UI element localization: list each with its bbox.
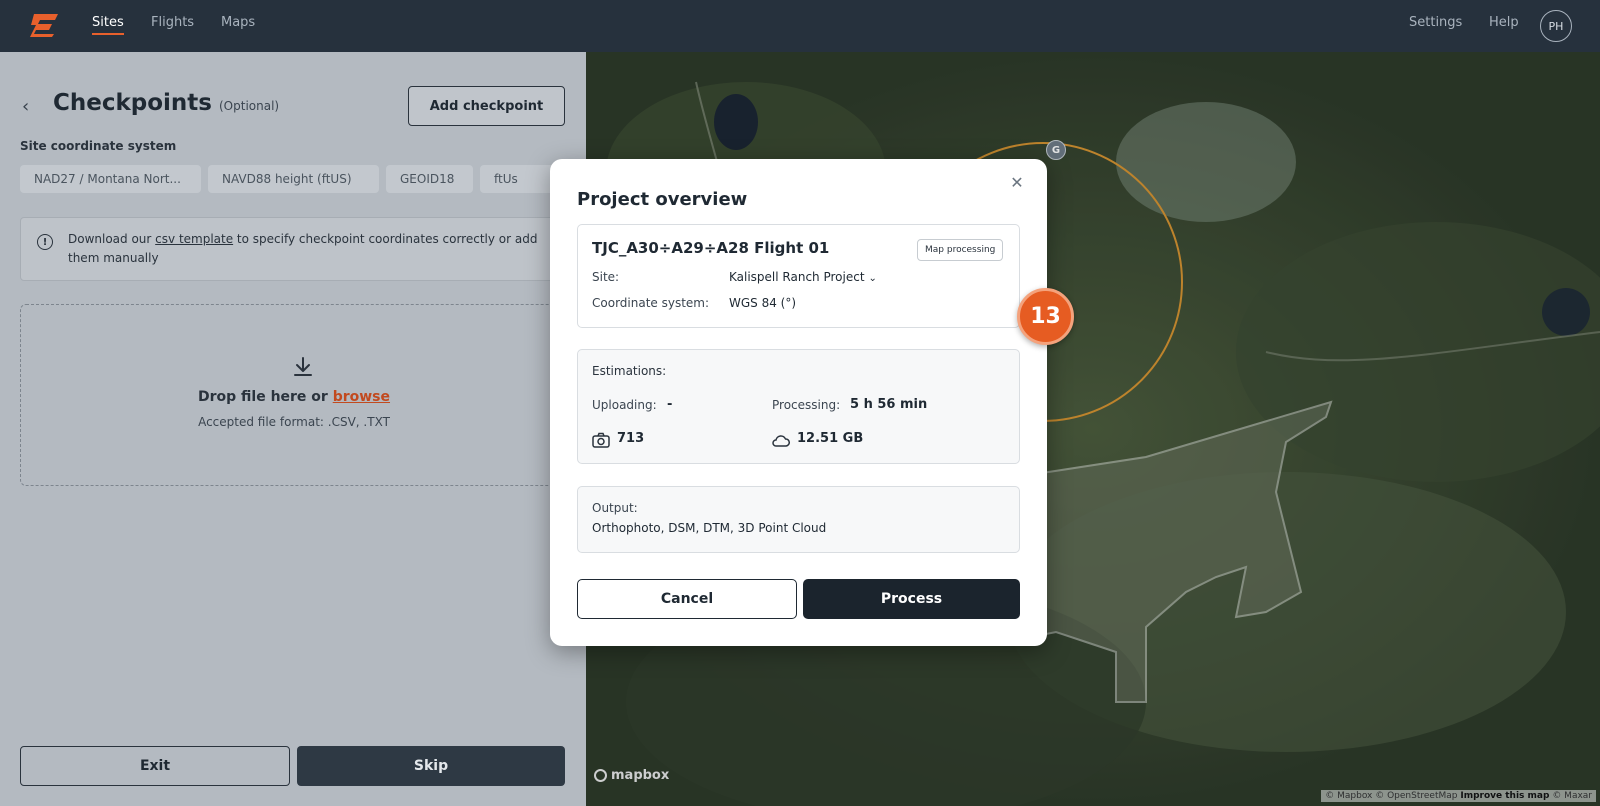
- estimations-title: Estimations:: [592, 364, 667, 378]
- nav-tab-sites[interactable]: Sites: [92, 15, 124, 30]
- download-icon: [294, 357, 312, 376]
- site-label: Site:: [592, 270, 620, 284]
- app-logo-icon[interactable]: [28, 12, 62, 38]
- info-text: Download our csv template to specify che…: [68, 230, 568, 268]
- optional-label: (Optional): [219, 99, 280, 113]
- flight-info-card: TJC_A30÷A29÷A28 Flight 01 Map processing…: [577, 224, 1020, 328]
- coordinate-chip-geoid: GEOID18: [386, 165, 473, 193]
- coordinate-system-label: Coordinate system:: [592, 296, 710, 310]
- skip-button[interactable]: Skip: [297, 746, 565, 786]
- map-processing-badge: Map processing: [917, 239, 1004, 261]
- uploading-label: Uploading:: [592, 398, 657, 412]
- nav-help-link[interactable]: Help: [1489, 15, 1519, 30]
- active-tab-indicator: [92, 33, 124, 35]
- site-value: Kalispell Ranch Project: [729, 270, 865, 284]
- page-title: Checkpoints: [53, 90, 212, 116]
- checkpoints-panel: ‹ Checkpoints (Optional) Add checkpoint …: [0, 52, 586, 806]
- csv-template-link[interactable]: csv template: [155, 232, 233, 246]
- drop-text: Drop file here or browse: [21, 389, 567, 405]
- add-checkpoint-button[interactable]: Add checkpoint: [408, 86, 565, 126]
- cancel-button[interactable]: Cancel: [577, 579, 797, 619]
- output-value: Orthophoto, DSM, DTM, 3D Point Cloud: [592, 521, 827, 535]
- info-text-prefix: Download our: [68, 232, 156, 246]
- back-arrow-icon[interactable]: ‹: [22, 96, 36, 117]
- processing-value: 5 h 56 min: [850, 397, 928, 412]
- site-selector[interactable]: Kalispell Ranch Project ⌄: [729, 270, 877, 284]
- csv-template-info: ! Download our csv template to specify c…: [20, 217, 586, 281]
- project-overview-modal: Project overview ✕ TJC_A30÷A29÷A28 Fligh…: [550, 159, 1047, 646]
- file-dropzone[interactable]: Drop file here or browse Accepted file f…: [20, 304, 586, 486]
- close-icon[interactable]: ✕: [1008, 173, 1026, 192]
- data-size: 12.51 GB: [797, 431, 864, 446]
- cloud-icon: [772, 435, 790, 447]
- step-number-badge: 13: [1017, 288, 1074, 345]
- uploading-value: -: [667, 397, 673, 412]
- exit-button[interactable]: Exit: [20, 746, 290, 786]
- modal-title: Project overview: [577, 189, 748, 210]
- camera-icon: [592, 432, 610, 448]
- nav-settings-link[interactable]: Settings: [1409, 15, 1462, 30]
- nav-tab-maps[interactable]: Maps: [221, 15, 255, 30]
- processing-label: Processing:: [772, 398, 841, 412]
- process-button[interactable]: Process: [803, 579, 1020, 619]
- output-card: Output: Orthophoto, DSM, DTM, 3D Point C…: [577, 486, 1020, 553]
- site-coordinate-system-label: Site coordinate system: [20, 139, 177, 153]
- photo-count: 713: [617, 431, 645, 446]
- coordinate-chip-vertical: NAVD88 height (ftUS): [208, 165, 379, 193]
- estimations-card: Estimations: Uploading: - Processing: 5 …: [577, 349, 1020, 464]
- accepted-formats: Accepted file format: .CSV, .TXT: [198, 415, 390, 429]
- drop-text-label: Drop file here or: [197, 389, 333, 405]
- coordinate-chip-horizontal: NAD27 / Montana Nort...: [20, 165, 201, 193]
- browse-link[interactable]: browse: [333, 389, 390, 405]
- coordinate-system-value: WGS 84 (°): [729, 296, 797, 310]
- chevron-down-icon: ⌄: [868, 273, 877, 284]
- user-avatar[interactable]: PH: [1540, 10, 1572, 42]
- top-navigation: Sites Flights Maps Settings Help PH: [0, 0, 1600, 52]
- info-icon: !: [37, 234, 53, 250]
- flight-name: TJC_A30÷A29÷A28 Flight 01: [592, 239, 830, 257]
- output-label: Output:: [592, 501, 638, 515]
- nav-tab-flights[interactable]: Flights: [151, 15, 194, 30]
